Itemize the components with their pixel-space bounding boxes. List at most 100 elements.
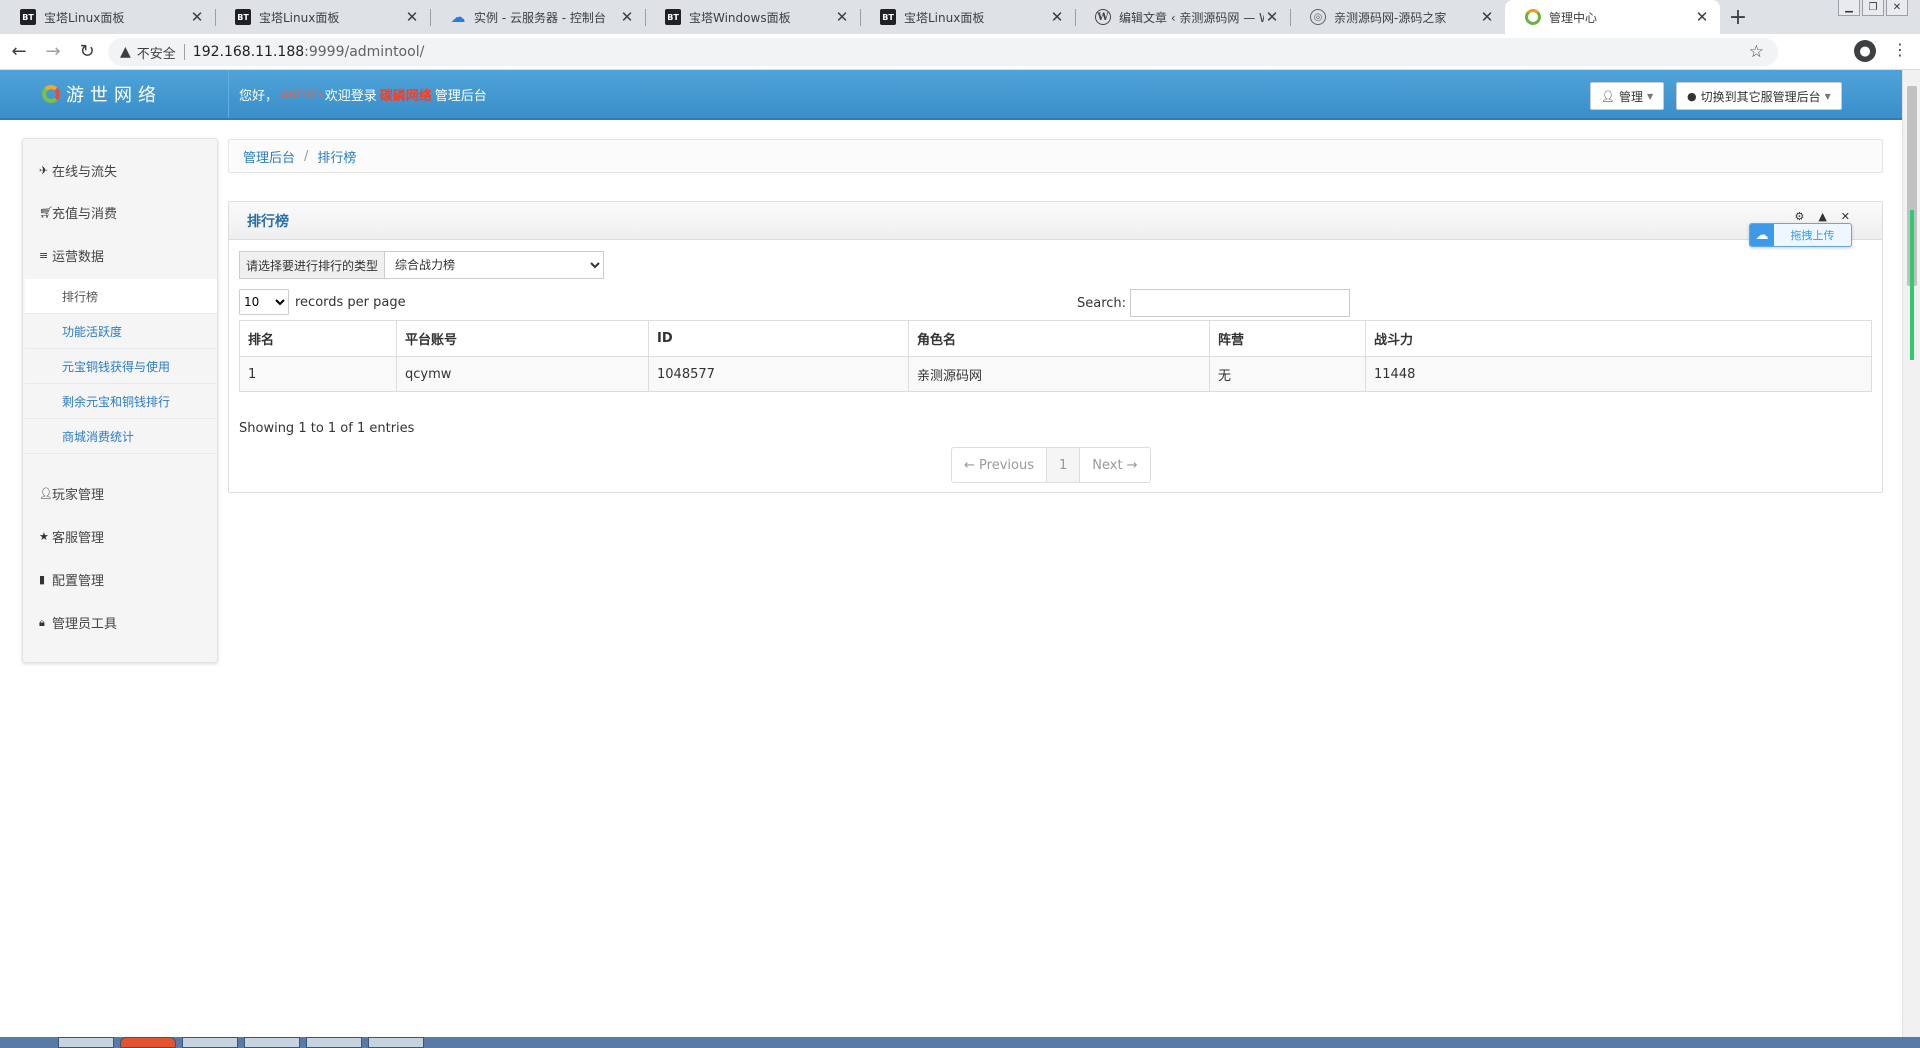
sidebar-item-players[interactable]: 👤︎ 玩家管理 xyxy=(39,484,104,503)
reload-icon[interactable]: ↻ xyxy=(72,37,102,67)
forward-icon[interactable]: → xyxy=(38,37,68,67)
cloud-upload-icon: ☁ xyxy=(1750,224,1774,246)
brand[interactable]: 游世网络 xyxy=(42,81,162,107)
minimize-icon[interactable]: ▁ xyxy=(1838,0,1860,16)
table-cell: 无 xyxy=(1209,356,1366,392)
welcome-prefix: 您好， xyxy=(239,88,279,104)
search-input[interactable] xyxy=(1130,289,1351,317)
close-icon[interactable]: ✕ xyxy=(1479,8,1495,26)
switch-server-button[interactable]: ● 切换到其它服管理后台 ▼ xyxy=(1676,82,1842,110)
page-length-control: 10 records per page xyxy=(239,289,406,315)
close-icon[interactable]: ✕ xyxy=(1264,8,1280,26)
close-icon[interactable]: ✕ xyxy=(834,8,850,26)
page-number-button[interactable]: 1 xyxy=(1046,447,1081,483)
submenu-item-currency-usage[interactable]: 元宝铜钱获得与使用 xyxy=(25,349,217,384)
browser-tab[interactable]: ◎ 亲测源码网-源码之家 ✕ xyxy=(1290,0,1505,34)
breadcrumb-root-link[interactable]: 管理后台 xyxy=(243,147,295,166)
close-icon[interactable]: ✕ xyxy=(1694,8,1710,26)
table-cell: 11448 xyxy=(1365,356,1872,392)
url-path: :9999/admintool/ xyxy=(304,44,425,60)
sidebar-item-label: 在线与流失 xyxy=(52,165,118,180)
bt-icon: BT xyxy=(20,9,36,25)
sidebar-item-recharge[interactable]: 🛒︎ 充值与消费 xyxy=(39,203,117,222)
table-cell: 1 xyxy=(239,356,397,392)
vertical-scrollbar[interactable] xyxy=(1902,70,1920,1037)
warning-icon[interactable]: ▲ xyxy=(120,44,131,60)
sidebar-item-support[interactable]: ★ 客服管理 xyxy=(39,527,104,546)
caret-down-icon: ▼ xyxy=(1646,91,1654,101)
tab-title: 宝塔Linux面板 xyxy=(44,10,125,25)
previous-page-button[interactable]: ← Previous xyxy=(951,447,1047,483)
browser-tab[interactable]: BT 宝塔Linux面板 ✕ xyxy=(215,0,430,34)
new-tab-button[interactable]: + xyxy=(1720,0,1756,34)
sidebar-item-online[interactable]: ✈ 在线与流失 xyxy=(39,161,117,180)
bt-icon: BT xyxy=(235,9,251,25)
security-label[interactable]: 不安全 xyxy=(137,43,176,62)
table-search: Search: xyxy=(1077,289,1351,317)
tint-icon: ● xyxy=(1687,89,1697,103)
sidebar-item-operations[interactable]: ≡ 运营数据 xyxy=(39,246,104,265)
page-viewport: 游世网络 您好， admin 欢迎登录 碳磷网络 管理后台 👤︎ 管理 ▼ ● … xyxy=(0,70,1902,1037)
settings-icon[interactable]: ⚙ xyxy=(1794,210,1804,223)
profile-icon[interactable]: ● xyxy=(1854,40,1876,62)
collapse-icon[interactable]: ▲ xyxy=(1818,210,1826,223)
close-window-icon[interactable]: ✕ xyxy=(1886,0,1908,16)
table-row: 1 qcymw 1048577 亲测源码网 无 11448 xyxy=(239,356,1872,392)
taskbar-item[interactable] xyxy=(58,1037,114,1048)
window-controls: ▁ ❐ ✕ xyxy=(1838,0,1908,16)
close-icon[interactable]: ✕ xyxy=(1841,210,1850,223)
submenu-item-ranking[interactable]: 排行榜 xyxy=(25,279,217,314)
column-header[interactable]: 平台账号 xyxy=(396,320,649,357)
ranking-type-group: 请选择要进行排行的类型 综合战力榜 xyxy=(239,251,605,279)
close-icon[interactable]: ✕ xyxy=(404,8,420,26)
page-length-select[interactable]: 10 xyxy=(239,289,289,315)
submenu-item-currency-ranking[interactable]: 剩余元宝和铜钱排行 xyxy=(25,384,217,419)
submenu-item-activity[interactable]: 功能活跃度 xyxy=(25,314,217,349)
browser-tab[interactable]: BT 宝塔Linux面板 ✕ xyxy=(860,0,1075,34)
bookmark-star-icon[interactable]: ☆ xyxy=(1749,42,1764,62)
cart-icon: 🛒︎ xyxy=(39,206,53,219)
breadcrumb-current-link[interactable]: 排行榜 xyxy=(317,147,356,166)
sidebar-item-config[interactable]: ▮ 配置管理 xyxy=(39,570,104,589)
browser-menu-icon[interactable]: ⋮ xyxy=(1892,40,1908,59)
column-header[interactable]: 阵营 xyxy=(1209,320,1366,357)
sidebar-item-admin-tools[interactable]: 🔒︎ 管理员工具 xyxy=(39,613,117,633)
taskbar-item[interactable] xyxy=(120,1037,176,1048)
taskbar-item[interactable] xyxy=(306,1037,362,1048)
back-icon[interactable]: ← xyxy=(4,37,34,67)
table-cell: 亲测源码网 xyxy=(908,356,1210,392)
taskbar-item[interactable] xyxy=(244,1037,300,1048)
user-icon: 👤︎ xyxy=(39,487,53,500)
ranking-type-label: 请选择要进行排行的类型 xyxy=(239,251,385,279)
restore-icon[interactable]: ❐ xyxy=(1862,0,1884,16)
ranking-type-select[interactable]: 综合战力榜 xyxy=(384,251,605,279)
os-taskbar xyxy=(0,1037,1920,1048)
ranking-panel: 排行榜 ⚙ ▲ ✕ ☁ 拖拽上传 请选择要进行排行的类型 综合战力榜 10 re… xyxy=(228,201,1883,493)
column-header[interactable]: 战斗力 xyxy=(1365,320,1872,357)
browser-tab[interactable]: BT 宝塔Windows面板 ✕ xyxy=(645,0,860,34)
browser-tab-active[interactable]: 管理中心 ✕ xyxy=(1505,0,1720,34)
username: admin xyxy=(281,86,322,102)
operations-submenu: 排行榜 功能活跃度 元宝铜钱获得与使用 剩余元宝和铜钱排行 商城消费统计 xyxy=(25,279,217,454)
tab-title: 管理中心 xyxy=(1549,10,1598,25)
close-icon[interactable]: ✕ xyxy=(189,8,205,26)
close-icon[interactable]: ✕ xyxy=(619,8,635,26)
close-icon[interactable]: ✕ xyxy=(1049,8,1065,26)
taskbar-item[interactable] xyxy=(182,1037,238,1048)
address-bar[interactable]: ▲ 不安全 192.168.11.188 :9999/admintool/ ☆ xyxy=(108,38,1778,66)
browser-tab[interactable]: W 编辑文章 ‹ 亲测源码网 — W ✕ xyxy=(1075,0,1290,34)
breadcrumb-separator: / xyxy=(304,148,309,164)
column-header[interactable]: ID xyxy=(648,320,909,357)
taskbar-item[interactable] xyxy=(368,1037,424,1048)
drag-upload-widget[interactable]: ☁ 拖拽上传 xyxy=(1749,223,1852,247)
brand-name: 游世网络 xyxy=(66,85,162,106)
browser-tab[interactable]: BT 宝塔Linux面板 ✕ xyxy=(0,0,215,34)
admin-menu-button[interactable]: 👤︎ 管理 ▼ xyxy=(1590,82,1665,110)
next-page-button[interactable]: Next → xyxy=(1080,447,1151,483)
column-header[interactable]: 排名 xyxy=(239,320,397,357)
column-header[interactable]: 角色名 xyxy=(908,320,1210,357)
browser-tab[interactable]: ☁ 实例 - 云服务器 - 控制台 ✕ xyxy=(430,0,645,34)
submenu-item-shop-stats[interactable]: 商城消费统计 xyxy=(25,419,217,454)
panel-tools: ⚙ ▲ ✕ xyxy=(1794,210,1850,223)
switch-server-label: 切换到其它服管理后台 xyxy=(1700,89,1821,104)
